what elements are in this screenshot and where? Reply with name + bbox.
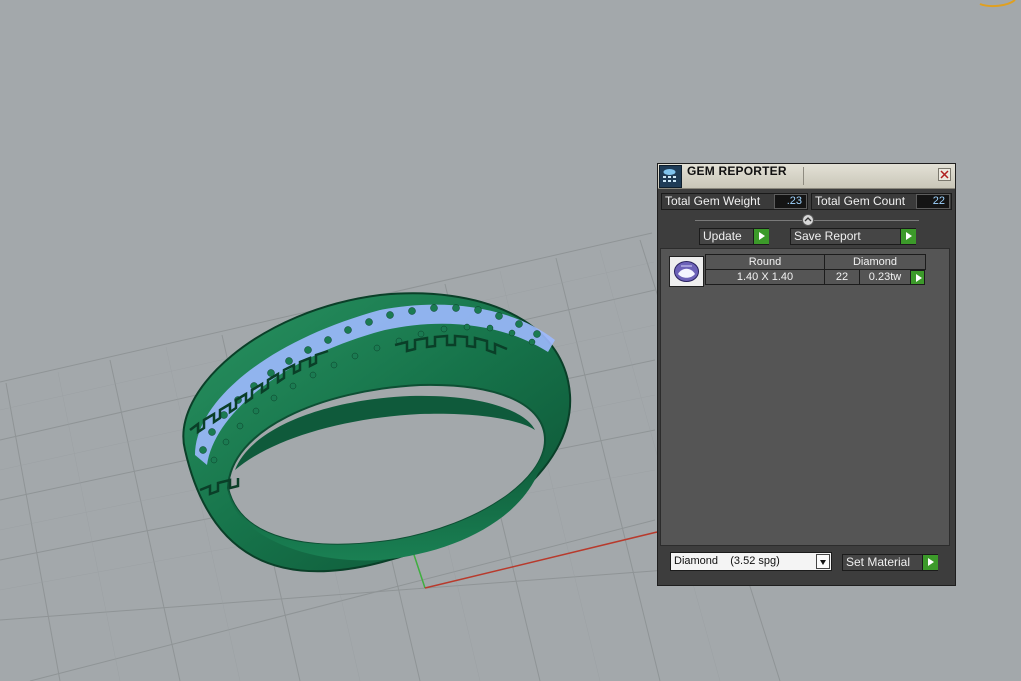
- chevron-up-icon: [804, 217, 812, 222]
- gem-shape-cell: Round: [705, 254, 825, 270]
- gem-count-cell: 22: [824, 269, 860, 285]
- set-material-button[interactable]: Set Material: [842, 554, 938, 571]
- update-button-label: Update: [703, 229, 742, 243]
- arrow-right-icon[interactable]: [900, 229, 916, 244]
- close-button[interactable]: [938, 168, 951, 181]
- save-report-button-label: Save Report: [794, 229, 861, 243]
- app-logo-icon: [659, 165, 682, 188]
- close-icon: [940, 170, 949, 179]
- arrow-right-icon[interactable]: [922, 555, 938, 570]
- gem-size-cell: 1.40 X 1.40: [705, 269, 825, 285]
- arrow-right-icon[interactable]: [910, 270, 925, 285]
- panel-slider-knob[interactable]: [802, 214, 814, 226]
- gem-material-cell: Diamond: [824, 254, 926, 270]
- round-gem-icon: [669, 256, 704, 287]
- gem-weight-cell: 0.23tw: [859, 269, 911, 285]
- titlebar-divider: [803, 167, 804, 185]
- panel-titlebar[interactable]: GEM REPORTER: [658, 164, 955, 189]
- material-select-value: Diamond (3.52 spg): [674, 555, 780, 567]
- total-gem-count-value: 22: [916, 194, 950, 209]
- total-gem-weight-label: Total Gem Weight .23: [661, 193, 808, 210]
- total-gem-weight-value: .23: [774, 194, 807, 209]
- panel-title: GEM REPORTER: [687, 164, 787, 178]
- set-material-button-label: Set Material: [846, 555, 911, 569]
- arrow-right-icon[interactable]: [753, 229, 769, 244]
- material-select[interactable]: Diamond (3.52 spg): [670, 552, 832, 571]
- gem-list[interactable]: Round Diamond 1.40 X 1.40 22 0.23tw: [660, 248, 950, 546]
- save-report-button[interactable]: Save Report: [790, 228, 916, 245]
- gem-reporter-panel: GEM REPORTER Total Gem Weight .23 Total …: [657, 163, 956, 586]
- update-button[interactable]: Update: [699, 228, 769, 245]
- total-gem-count-label: Total Gem Count 22: [811, 193, 952, 210]
- dropdown-chevron-icon[interactable]: [816, 554, 830, 569]
